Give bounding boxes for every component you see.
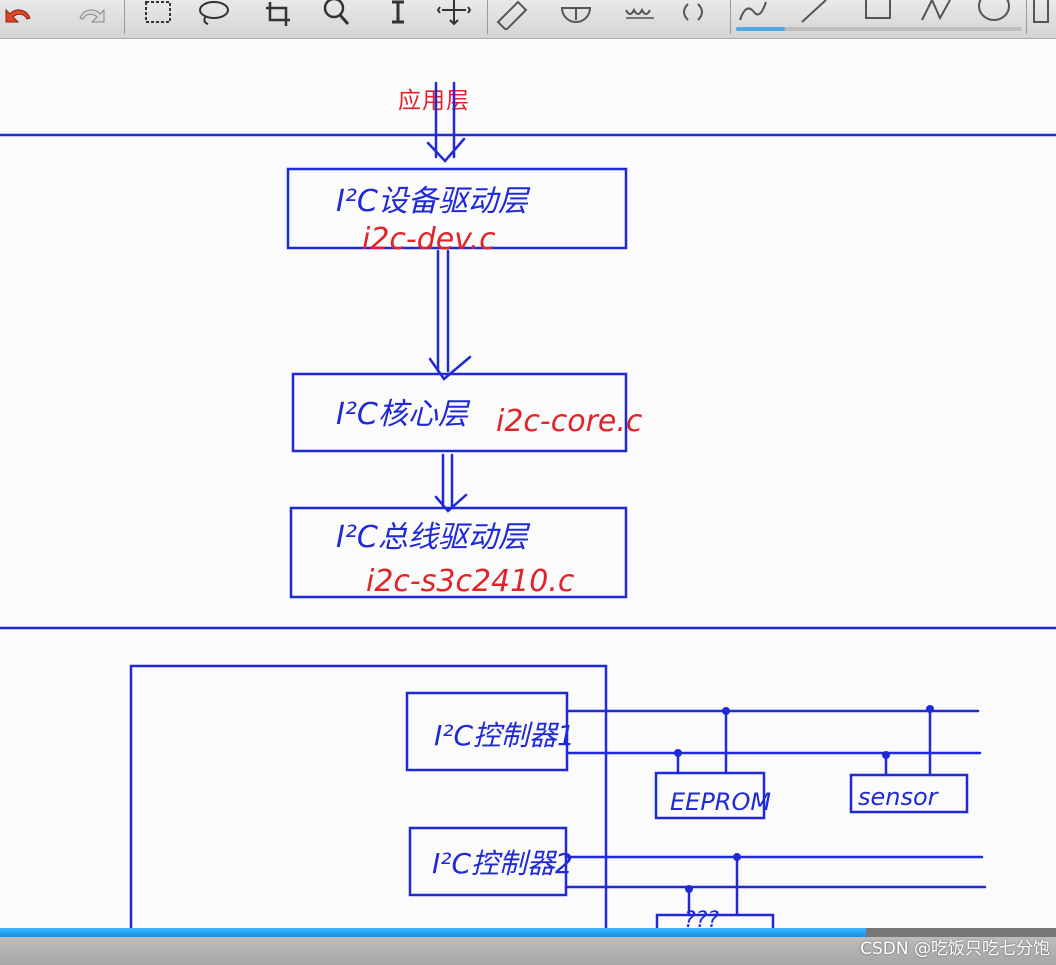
undo-icon[interactable] [2, 0, 38, 30]
text-cursor-icon[interactable] [380, 0, 416, 30]
drawing-toolbar [0, 0, 1056, 39]
protractor-icon[interactable] [558, 0, 594, 30]
more-icon[interactable] [1030, 0, 1056, 30]
diagram-svg: I²C设备驱动层 I²C核心层 I²C总线驱动层 I²C控制器1 I²C控制器2… [0, 81, 1056, 929]
pen-icon[interactable] [736, 0, 772, 30]
sensor-label: sensor [858, 783, 940, 811]
arrow-core-to-bus [434, 453, 468, 513]
eeprom-label: EEPROM [670, 788, 771, 816]
move-icon[interactable] [436, 0, 472, 30]
line-icon[interactable] [796, 0, 832, 30]
core-file: i2c-core.c [496, 404, 643, 439]
controller-2-label: I²C控制器2 [432, 847, 573, 880]
select-rectangle-icon[interactable] [140, 0, 176, 30]
stroke-width-slider-fill [736, 27, 785, 31]
rectangle-icon[interactable] [860, 0, 896, 30]
bus-driver-file: i2c-s3c2410.c [366, 564, 575, 599]
bus-driver-title: I²C总线驱动层 [336, 520, 531, 555]
soc-outline [129, 664, 608, 929]
drawing-canvas[interactable]: 应用层 I²C设备驱动层 I²C核心层 I²C总线驱动层 I²C控制器1 I²C… [0, 39, 1056, 929]
stroke-width-slider[interactable] [736, 27, 1022, 31]
redo-icon[interactable] [72, 0, 108, 30]
lasso-icon[interactable] [196, 0, 232, 30]
ellipse-icon[interactable] [976, 0, 1012, 30]
curve-icon[interactable] [678, 0, 714, 30]
wave-icon[interactable] [622, 0, 658, 30]
device-driver-title: I²C设备驱动层 [336, 184, 531, 219]
controller-1-label: I²C控制器1 [434, 719, 575, 752]
zoom-icon[interactable] [318, 0, 354, 30]
device-driver-file: i2c-dev.c [362, 222, 496, 257]
device-3-label: ??? [684, 908, 719, 929]
arrow-app-to-device [426, 81, 466, 163]
arrow-device-to-core [428, 249, 472, 381]
polyline-icon[interactable] [918, 0, 954, 30]
core-title: I²C核心层 [336, 397, 471, 432]
csdn-watermark: CSDN @吃饭只吃七分饱 [860, 939, 1050, 959]
ruler-icon[interactable] [494, 0, 530, 32]
crop-icon[interactable] [262, 0, 298, 30]
video-progress-fill [0, 928, 866, 937]
